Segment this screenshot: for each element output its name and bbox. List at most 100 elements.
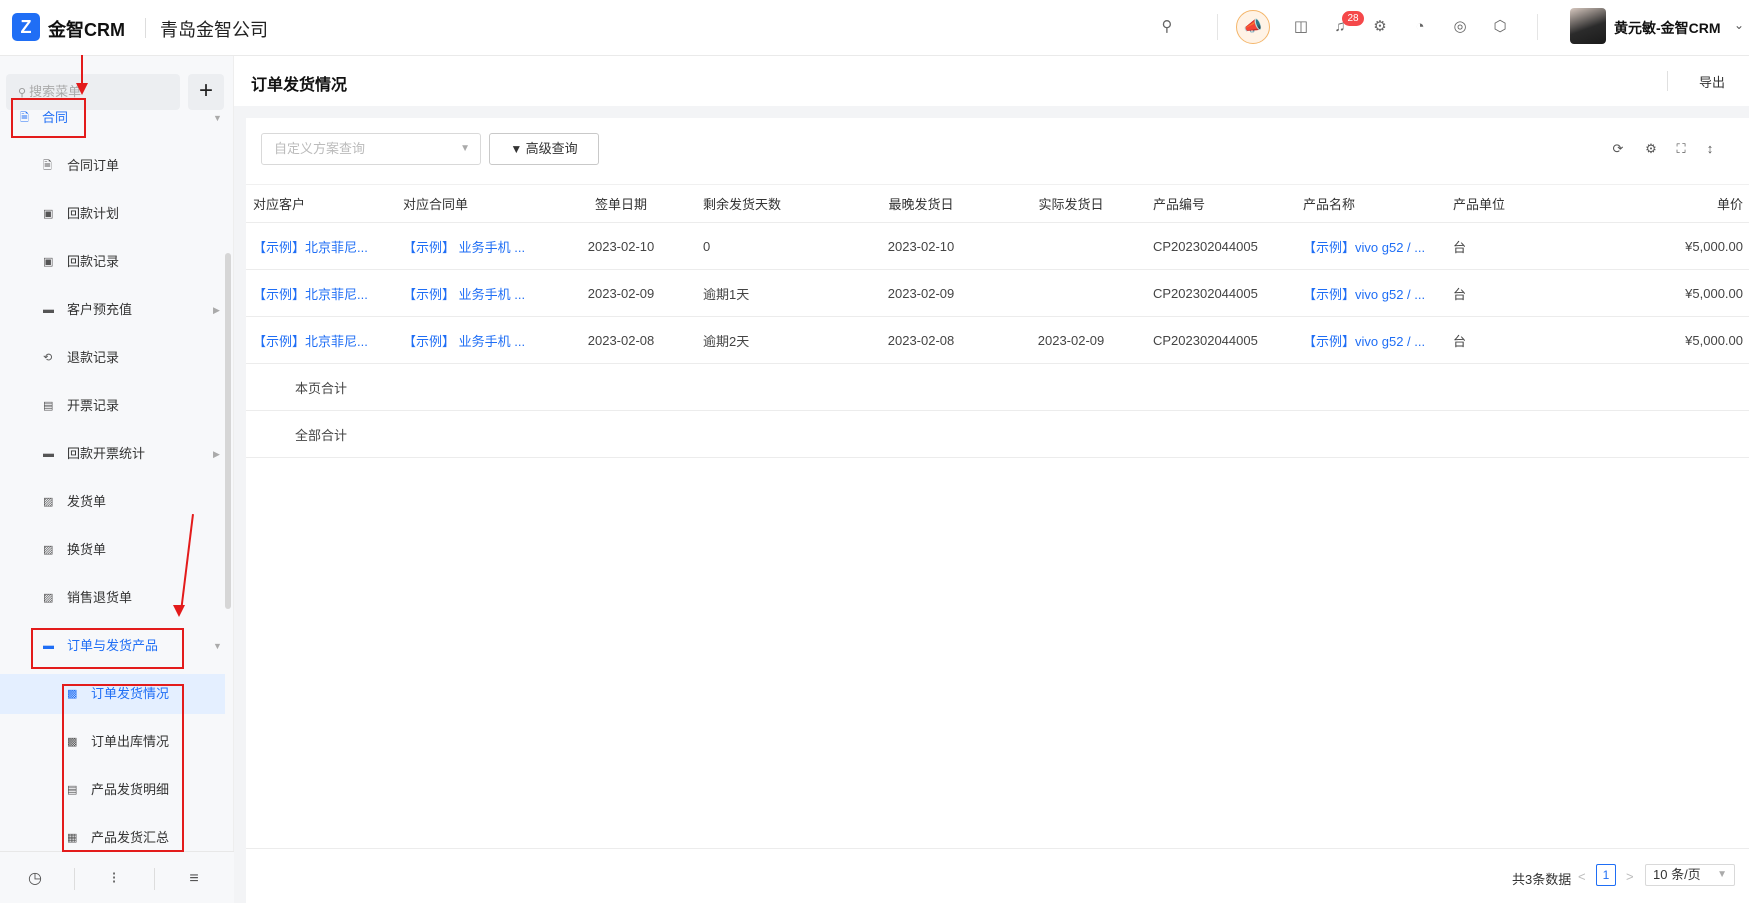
page-title: 订单发货情况 [251,77,348,94]
sidebar-item-refund[interactable]: ⟲ 退款记录 [0,338,225,378]
next-page-icon[interactable]: > [1626,869,1634,884]
search-icon[interactable]: ⚲ [1156,16,1178,38]
collapse-menu-icon[interactable]: ≡ [183,868,205,890]
column-header[interactable]: 产品编号 [1146,184,1296,223]
settings-icon[interactable]: ⚙ [1642,140,1660,158]
product-code: CP202302044005 [1146,269,1296,317]
contract-link[interactable]: 【示例】 业务手机 ... [396,316,546,364]
export-button[interactable]: 导出 [1699,72,1725,91]
column-header[interactable]: 实际发货日 [996,184,1146,223]
sidebar-item-sales-return[interactable]: ▨ 销售退货单 [0,578,225,618]
sidebar-item-payment-plan[interactable]: ▣ 回款计划 [0,194,225,234]
table-row[interactable]: 【示例】北京菲尼... 【示例】 业务手机 ... 2023-02-09 逾期1… [246,269,1749,317]
sidebar-item-label: 退款记录 [67,350,120,365]
unit-price: ¥5,000.00 [1596,269,1749,317]
highlight-box-order-delivery [31,628,184,669]
chevron-right-icon: ▶ [213,449,220,459]
column-header[interactable]: 产品名称 [1296,184,1446,223]
sliders-icon[interactable]: ⁝ [103,868,125,890]
promo-speaker-icon[interactable]: 📣 [1236,10,1270,44]
avatar[interactable] [1570,8,1606,44]
money-box-icon: ▣ [43,256,54,268]
page-header: 订单发货情况 导出 [234,56,1749,106]
table-header-row: 对应客户 对应合同单 签单日期 剩余发货天数 最晚发货日 实际发货日 产品编号 … [246,184,1749,223]
app-root: Z 金智CRM 青岛金智公司 ⚲ 📣 ◫ ♫ 28 ⚙ ◔ ◎ ⬡ 黄元敏-金智… [0,0,1749,903]
sidebar-item-label: 回款开票统计 [67,446,146,461]
pager-divider [246,848,1749,849]
box-icon: ▨ [43,592,54,604]
chrome-icon[interactable]: ◎ [1449,16,1471,38]
sidebar-item-payment-record[interactable]: ▣ 回款记录 [0,242,225,282]
pager-current-page[interactable]: 1 [1596,864,1616,886]
table-row[interactable]: 【示例】北京菲尼... 【示例】 业务手机 ... 2023-02-08 逾期2… [246,316,1749,364]
document-icon: 🗎 [43,160,52,172]
remaining-days: 0 [696,222,846,270]
user-name[interactable]: 黄元敏-金智CRM [1614,18,1721,38]
scheme-select[interactable]: 自定义方案查询 ▼ [261,133,481,165]
chevron-down-icon[interactable]: ⌄ [1734,18,1744,32]
fullscreen-icon[interactable]: ⛶ [1672,140,1690,158]
sidebar-scrollbar[interactable] [225,253,231,609]
contract-link[interactable]: 【示例】 业务手机 ... [396,222,546,270]
advanced-query-button[interactable]: ▼︎ 高级查询 [489,133,599,165]
all-total-label: 全部合计 [246,410,396,458]
table-row[interactable]: 【示例】北京菲尼... 【示例】 业务手机 ... 2023-02-10 0 2… [246,222,1749,270]
chevron-down-icon: ▼ [213,641,222,651]
actual-delivery-date [996,269,1146,317]
sidebar-item-label: 合同订单 [67,158,120,173]
pie-chart-icon[interactable]: ◔ [1409,16,1431,38]
customer-link[interactable]: 【示例】北京菲尼... [246,222,396,270]
product-link[interactable]: 【示例】vivo g52 / ... [1296,316,1446,364]
brand-name[interactable]: 金智CRM [48,16,125,42]
all-total-row: 全部合计 [246,410,1749,458]
page-size-select[interactable]: 10 条/页 ▼ [1645,864,1735,886]
printer-icon: ▤ [43,400,54,412]
sidebar-item-invoice[interactable]: ▤ 开票记录 [0,386,225,426]
column-header[interactable]: 对应客户 [246,184,396,223]
sidebar-item-label: 发货单 [67,494,107,509]
customer-link[interactable]: 【示例】北京菲尼... [246,316,396,364]
chevron-down-icon: ▼ [1717,869,1727,880]
row-height-icon[interactable]: ↕ [1701,140,1719,158]
gear-icon[interactable]: ⚙ [1369,16,1391,38]
product-link[interactable]: 【示例】vivo g52 / ... [1296,269,1446,317]
page-total-row: 本页合计 [246,363,1749,411]
sidebar-item-contract-order[interactable]: 🗎 合同订单 [0,146,225,186]
prev-page-icon[interactable]: < [1578,869,1586,884]
product-unit: 台 [1446,269,1596,317]
cube-icon[interactable]: ⬡ [1489,16,1511,38]
refund-icon: ⟲ [43,352,53,364]
column-header[interactable]: 对应合同单 [396,184,546,223]
app-logo[interactable]: Z [12,13,40,41]
menu-search-placeholder: 搜索菜单 [29,84,82,99]
page-size-value: 10 条/页 [1653,867,1701,882]
refresh-icon[interactable]: ⟳ [1609,140,1627,158]
inbox-icon[interactable]: ◫ [1290,16,1312,38]
actual-delivery-date [996,222,1146,270]
remaining-days: 逾期2天 [696,316,846,364]
folder-icon: ▬ [43,304,54,316]
latest-delivery-date: 2023-02-10 [846,222,996,270]
contract-link[interactable]: 【示例】 业务手机 ... [396,269,546,317]
unit-price: ¥5,000.00 [1596,222,1749,270]
column-header[interactable]: 签单日期 [546,184,696,223]
sidebar-item-label: 客户预充值 [67,302,133,317]
product-link[interactable]: 【示例】vivo g52 / ... [1296,222,1446,270]
sidebar-item-prepaid[interactable]: ▬ 客户预充值 ▶ [0,290,225,330]
sidebar-footer: ◷ ⁝ ≡ [0,851,234,903]
annotation-arrow-head [76,83,88,95]
column-header[interactable]: 最晚发货日 [846,184,996,223]
customer-link[interactable]: 【示例】北京菲尼... [246,269,396,317]
scheme-placeholder: 自定义方案查询 [274,141,366,156]
caret-down-icon: ▼ [460,143,470,154]
sidebar-item-label: 回款记录 [67,254,120,269]
sidebar-item-label: 换货单 [67,542,107,557]
money-box-icon: ▣ [43,208,54,220]
column-header[interactable]: 剩余发货天数 [696,184,846,223]
column-header[interactable]: 单价 [1596,184,1749,223]
sidebar-item-payment-invoice-stats[interactable]: ▬ 回款开票统计 ▶ [0,434,225,474]
history-icon[interactable]: ◷ [24,868,46,890]
report-panel: 自定义方案查询 ▼ ▼︎ 高级查询 ⟳ ⚙ ⛶ ↕ 对应客户 对应合同单 签单日… [246,118,1749,903]
column-header[interactable]: 产品单位 [1446,184,1596,223]
company-name: 青岛金智公司 [160,20,268,40]
